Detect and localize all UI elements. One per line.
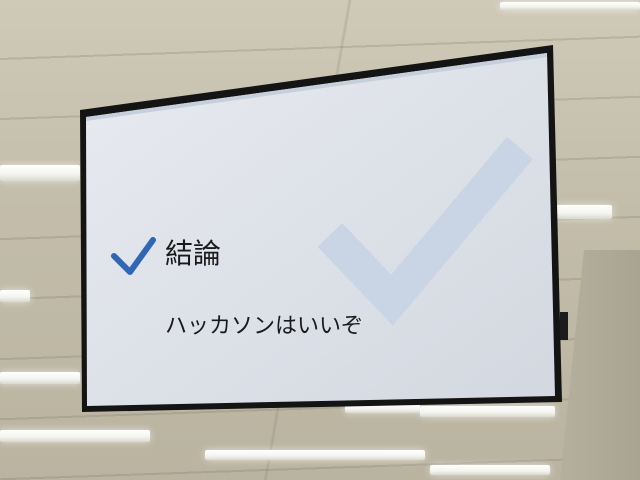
television-display: 結論 ハッカソンはいいぞ xyxy=(80,45,568,412)
slide-body-text: ハッカソンはいいぞ xyxy=(165,314,363,339)
slide-heading: 結論 xyxy=(165,237,221,270)
tv-mount xyxy=(560,312,568,340)
office-ceiling-scene: 結論 ハッカソンはいいぞ xyxy=(0,0,640,480)
